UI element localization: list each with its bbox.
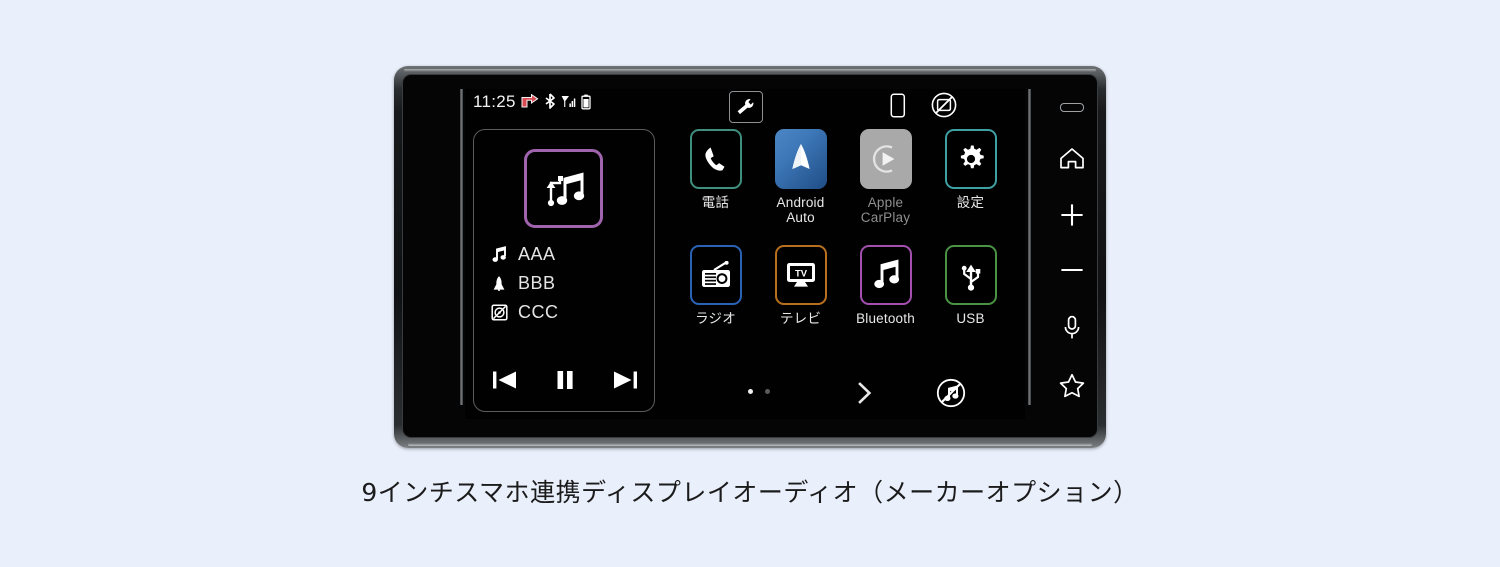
pause-button[interactable] xyxy=(548,365,582,395)
app-cell-tv[interactable]: TV テレビ xyxy=(758,245,843,326)
page-dot-1[interactable] xyxy=(748,389,753,394)
carplay-icon xyxy=(872,145,894,173)
app-cell-android-auto[interactable]: Android Auto xyxy=(758,129,843,225)
app-row-1: 電話 Android Auto Apple CarPlay 設定 xyxy=(673,129,1013,225)
traffic-alert-icon xyxy=(521,93,539,110)
svg-text:TV: TV xyxy=(795,268,808,279)
display-off-icon[interactable] xyxy=(930,91,958,124)
app-tile-apple-carplay[interactable] xyxy=(859,129,912,189)
volume-down-button[interactable] xyxy=(1051,249,1093,292)
app-row-2: ラジオ TV テレビ Bluetooth USB xyxy=(673,245,1013,326)
usb-icon xyxy=(961,264,980,291)
previous-track-button[interactable] xyxy=(488,365,522,395)
android-auto-icon xyxy=(791,144,810,169)
bluetooth-icon xyxy=(544,93,556,110)
page-dot-2[interactable] xyxy=(765,389,770,394)
app-cell-settings[interactable]: 設定 xyxy=(928,129,1013,225)
screen-edge-strip-left xyxy=(460,89,463,405)
app-cell-bluetooth[interactable]: Bluetooth xyxy=(843,245,928,326)
track-metadata-list: AAA BBB CCC xyxy=(490,240,640,327)
app-label-tv: テレビ xyxy=(779,311,822,327)
app-grid: 電話 Android Auto Apple CarPlay 設定 ラジオ TV … xyxy=(673,129,1013,326)
metadata-album-text: CCC xyxy=(518,302,559,322)
minus-icon xyxy=(1061,269,1083,272)
touchscreen[interactable]: 11:25 AAA BBB CCC 電話 Android Auto Apple … xyxy=(465,89,1025,419)
metadata-row-album: CCC xyxy=(490,298,640,327)
app-cell-phone[interactable]: 電話 xyxy=(673,129,758,225)
phone-connected-icon xyxy=(890,93,906,123)
clock: 11:25 xyxy=(473,92,516,111)
app-label-settings: 設定 xyxy=(956,195,985,210)
next-page-button[interactable] xyxy=(851,379,879,407)
metadata-row-title: AAA xyxy=(490,240,640,269)
signal-bars-icon xyxy=(561,94,576,110)
app-label-apple-carplay: Apple CarPlay xyxy=(860,195,911,226)
home-button[interactable] xyxy=(1051,136,1093,179)
metadata-title-text: AAA xyxy=(518,244,556,264)
metadata-row-artist: BBB xyxy=(490,269,640,298)
bottom-bar xyxy=(673,377,1025,411)
frame-gloss-bottom xyxy=(408,443,1092,446)
music-note-icon xyxy=(873,259,899,289)
app-cell-usb[interactable]: USB xyxy=(928,245,1013,326)
app-tile-bluetooth[interactable] xyxy=(859,245,912,306)
hardware-button-column xyxy=(1041,89,1097,407)
artist-icon xyxy=(490,275,508,293)
home-icon xyxy=(1060,147,1084,169)
screen-edge-strip-right xyxy=(1028,89,1031,405)
mute-audio-button[interactable] xyxy=(935,377,967,409)
now-playing-panel[interactable]: AAA BBB CCC xyxy=(473,129,655,412)
metadata-artist-text: BBB xyxy=(518,273,556,293)
volume-up-button[interactable] xyxy=(1051,193,1093,236)
app-label-phone: 電話 xyxy=(701,195,730,210)
app-tile-usb[interactable] xyxy=(944,245,997,306)
app-label-radio: ラジオ xyxy=(695,311,736,327)
figure-caption: 9インチスマホ連携ディスプレイオーディオ（メーカーオプション） xyxy=(361,478,1139,507)
gear-icon xyxy=(960,145,984,169)
music-note-icon xyxy=(490,246,508,264)
app-tile-settings[interactable] xyxy=(944,129,997,189)
album-art-usb-music[interactable] xyxy=(524,149,603,228)
app-cell-radio[interactable]: ラジオ xyxy=(673,245,758,326)
tv-icon: TV xyxy=(786,263,815,287)
status-bar-left-group: 11:25 xyxy=(473,93,591,110)
album-icon xyxy=(490,304,508,322)
radio-icon xyxy=(701,261,730,288)
mute-music-icon xyxy=(936,378,966,408)
app-tile-radio[interactable] xyxy=(689,245,742,306)
app-cell-apple-carplay[interactable]: Apple CarPlay xyxy=(843,129,928,225)
phone-icon xyxy=(704,147,724,171)
favorite-button[interactable] xyxy=(1051,364,1093,407)
usb-music-icon xyxy=(546,172,584,206)
battery-icon xyxy=(581,94,591,110)
power-indicator[interactable] xyxy=(1060,103,1084,112)
app-label-android-auto: Android Auto xyxy=(776,195,825,226)
setup-wrench-button[interactable] xyxy=(729,91,763,123)
plus-icon xyxy=(1061,204,1083,226)
transport-controls xyxy=(488,365,642,395)
app-label-bluetooth: Bluetooth xyxy=(856,311,915,327)
page-indicator xyxy=(748,389,770,394)
head-unit-device: 11:25 AAA BBB CCC 電話 Android Auto Apple … xyxy=(394,66,1106,448)
app-tile-phone[interactable] xyxy=(689,129,742,189)
app-tile-tv[interactable]: TV xyxy=(774,245,827,306)
next-track-button[interactable] xyxy=(608,365,642,395)
voice-button[interactable] xyxy=(1051,306,1093,349)
chevron-right-icon xyxy=(858,382,872,404)
app-tile-android-auto[interactable] xyxy=(774,129,827,189)
microphone-icon xyxy=(1064,315,1080,339)
frame-gloss-top xyxy=(404,69,1096,72)
device-inner-bezel: 11:25 AAA BBB CCC 電話 Android Auto Apple … xyxy=(402,74,1098,438)
app-label-usb: USB xyxy=(956,311,985,327)
wrench-icon xyxy=(737,99,754,115)
star-icon xyxy=(1059,373,1085,398)
status-bar: 11:25 xyxy=(465,89,1025,123)
